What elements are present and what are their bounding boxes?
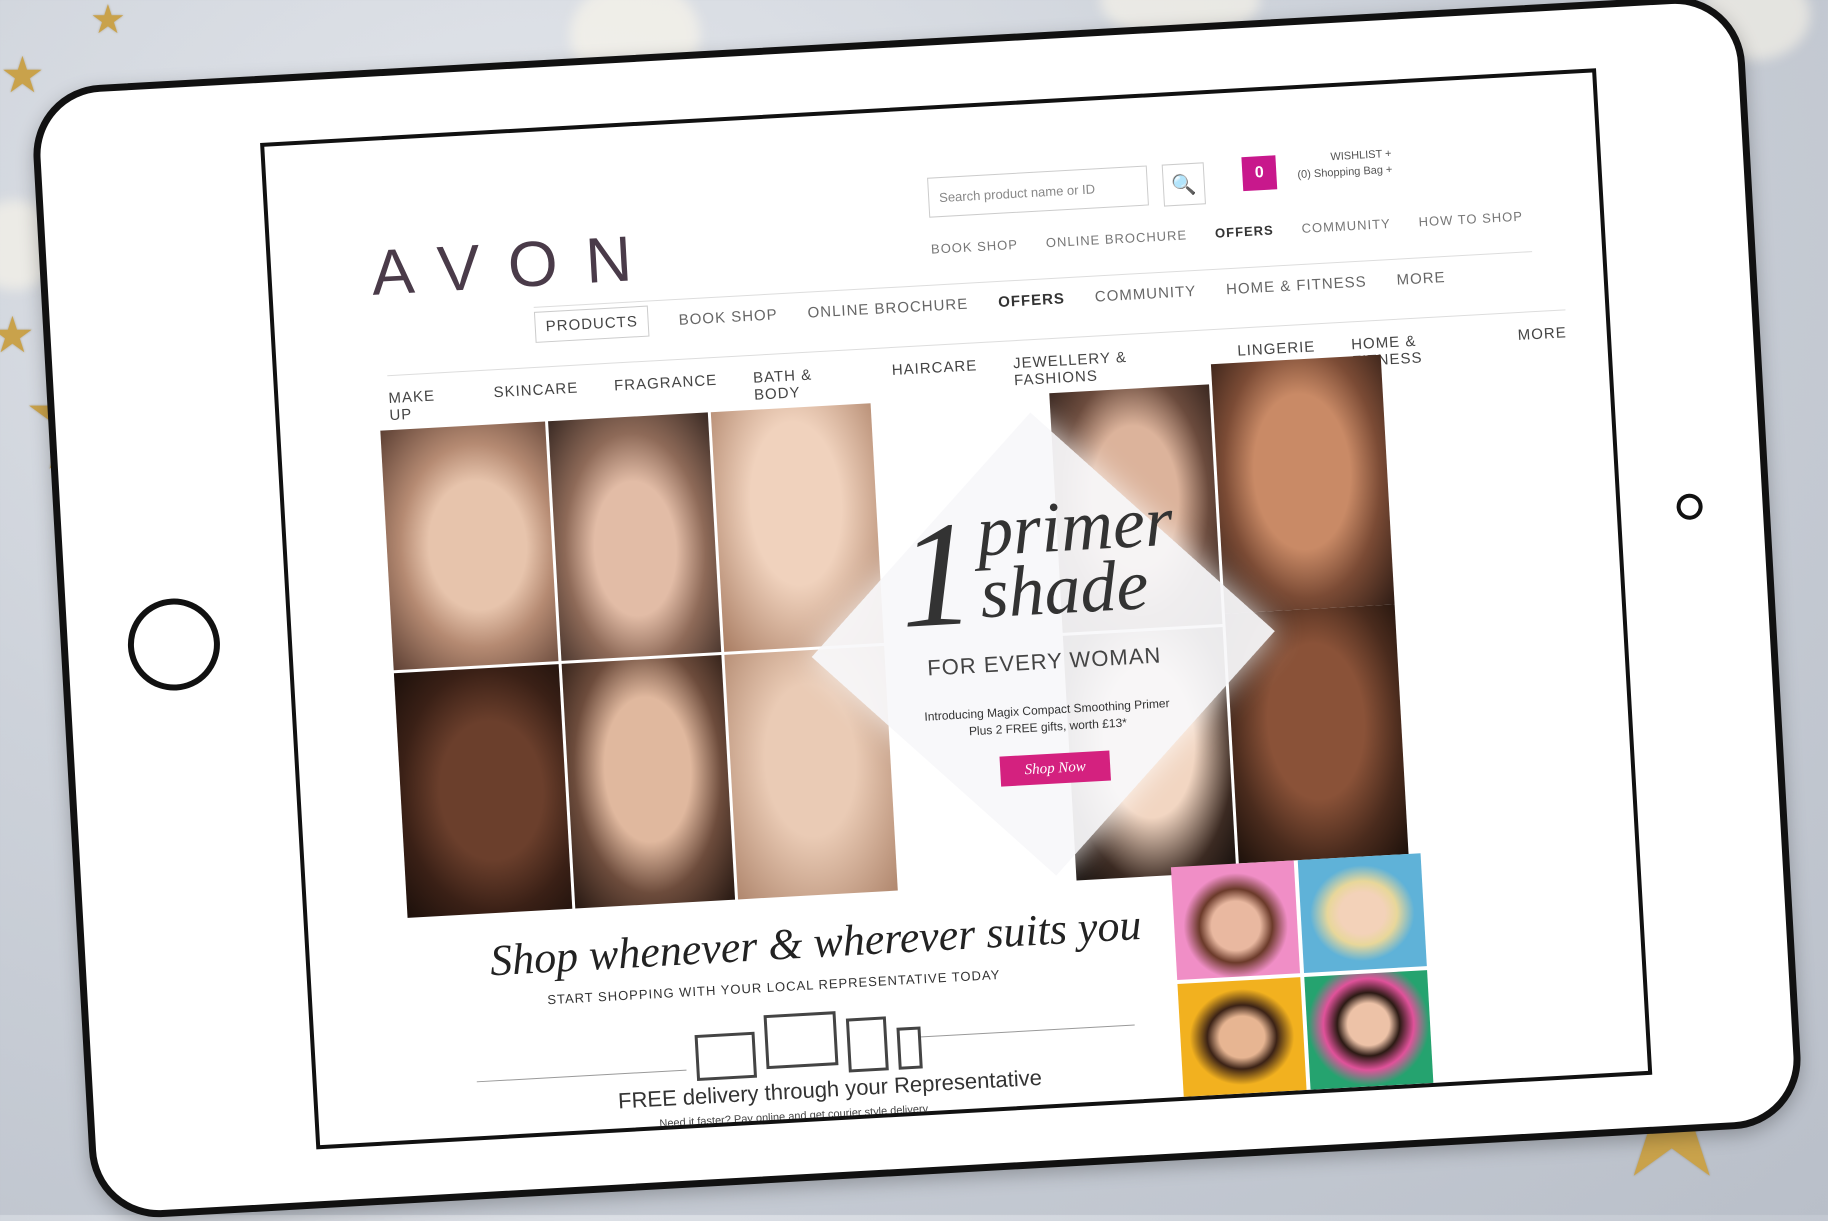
category-make-up[interactable]: MAKE UP — [388, 386, 459, 425]
pop-art-tile — [1177, 977, 1307, 1097]
top-nav: BOOK SHOP ONLINE BROCHURE OFFERS COMMUNI… — [931, 209, 1524, 257]
tab-community[interactable]: COMMUNITY — [1094, 283, 1197, 312]
shopping-bag-icon[interactable]: 0 — [1241, 155, 1278, 192]
tab-online-brochure[interactable]: ONLINE BROCHURE — [807, 296, 969, 328]
search-button[interactable]: 🔍 — [1161, 162, 1206, 207]
nav-community[interactable]: COMMUNITY — [1301, 216, 1391, 236]
tab-products[interactable]: PRODUCTS — [533, 305, 650, 343]
pop-art-tile — [1297, 853, 1427, 973]
phone-icon — [896, 1026, 923, 1070]
category-fragrance[interactable]: FRAGRANCE — [614, 372, 719, 412]
nav-offers[interactable]: OFFERS — [1215, 223, 1274, 241]
bag-count: 0 — [1254, 163, 1265, 182]
category-jewellery[interactable]: JEWELLERY & FASHIONS — [1013, 345, 1203, 389]
home-button[interactable] — [125, 596, 223, 694]
category-more[interactable]: MORE — [1517, 324, 1568, 361]
face-photo — [548, 412, 722, 661]
tablet-icon — [845, 1016, 889, 1073]
nav-book-shop[interactable]: BOOK SHOP — [931, 237, 1019, 257]
face-photo — [393, 664, 573, 918]
nav-online-brochure[interactable]: ONLINE BROCHURE — [1045, 227, 1187, 250]
face-photo — [380, 421, 559, 671]
shop-now-button[interactable]: Shop Now — [999, 750, 1111, 787]
pop-art-tile — [1304, 970, 1434, 1090]
category-skincare[interactable]: SKINCARE — [493, 380, 579, 419]
pop-art-tile — [1170, 860, 1301, 981]
nav-how-to-shop[interactable]: HOW TO SHOP — [1418, 209, 1523, 230]
search-icon: 🔍 — [1170, 173, 1197, 197]
brochure-icon — [694, 1031, 758, 1082]
tab-home-fitness[interactable]: HOME & FITNESS — [1226, 273, 1368, 304]
search-input[interactable]: Search product name or ID — [927, 165, 1149, 218]
tablet-frame: AVON Search product name or ID 🔍 0 WISHL… — [29, 0, 1805, 1221]
devices-illustration — [694, 1006, 923, 1082]
divider — [914, 1024, 1135, 1038]
wishlist-links[interactable]: WISHLIST + (0) Shopping Bag + — [1296, 146, 1393, 183]
divider — [476, 1069, 687, 1083]
hero-diamond: 1 primer shade FOR EVERY WOMAN Introduci… — [801, 402, 1286, 887]
tab-offers[interactable]: OFFERS — [998, 290, 1066, 317]
hero-banner[interactable]: 1 primer shade FOR EVERY WOMAN Introduci… — [380, 354, 1586, 930]
face-photo — [561, 654, 736, 909]
hero-number: 1 — [894, 489, 979, 660]
star-decoration: ★ — [90, 0, 126, 42]
hero-word-shade: shade — [978, 544, 1151, 634]
avon-logo[interactable]: AVON — [369, 220, 661, 310]
pop-art-promo[interactable] — [1170, 853, 1434, 1097]
tab-more[interactable]: MORE — [1396, 269, 1446, 295]
desktop-icon — [763, 1011, 839, 1070]
website-screen: AVON Search product name or ID 🔍 0 WISHL… — [260, 68, 1653, 1150]
star-decoration: ★ — [0, 47, 45, 103]
tab-book-shop[interactable]: BOOK SHOP — [678, 306, 778, 334]
category-haircare[interactable]: HAIRCARE — [891, 357, 978, 396]
camera-icon — [1675, 493, 1704, 521]
category-bath-body[interactable]: BATH & BODY — [753, 364, 858, 404]
search-placeholder: Search product name or ID — [938, 180, 1096, 205]
